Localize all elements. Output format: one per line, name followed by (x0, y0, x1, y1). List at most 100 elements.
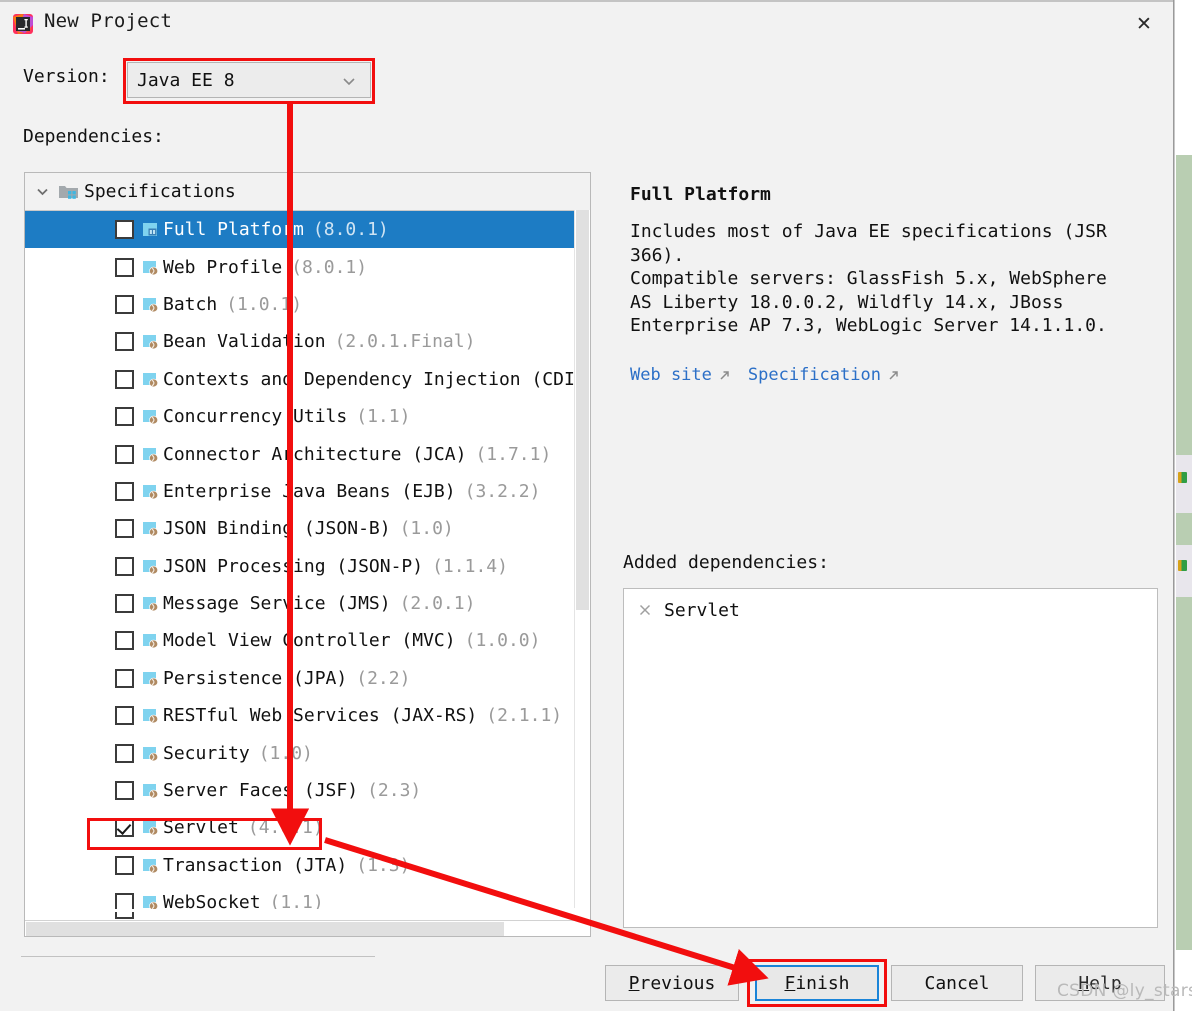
added-dependencies-list: Servlet (623, 588, 1158, 928)
tree-row-version: (4.0.1) (248, 817, 324, 838)
intellij-idea-icon (12, 13, 34, 35)
version-select[interactable]: Java EE 8 (127, 62, 371, 98)
dependencies-tree: Specifications Full Platform(8.0.1)Web P… (24, 172, 591, 937)
previous-button[interactable]: Previous (605, 965, 739, 1001)
tree-row-label: JSON Processing (JSON-P) (163, 556, 423, 577)
tree-row-version: (2.3) (367, 780, 421, 801)
checkbox[interactable] (115, 445, 134, 464)
tree-row-version: (1.0.0) (465, 630, 541, 651)
tree-row-label: Concurrency Utils (163, 406, 347, 427)
tree-row[interactable]: Web Profile(8.0.1) (25, 248, 590, 285)
finish-button[interactable]: Finish (755, 965, 879, 1001)
tree-row-version: (8.0.1) (291, 257, 367, 278)
chevron-down-icon (342, 74, 356, 88)
tree-row[interactable]: RESTful Web Services (JAX-RS)(2.1.1) (25, 697, 590, 734)
checkbox[interactable] (115, 912, 134, 919)
background-item-icon-2 (1178, 560, 1187, 571)
tree-row[interactable]: Batch (1.0.1) (25, 286, 590, 323)
cancel-button[interactable]: Cancel (891, 965, 1023, 1001)
checkbox[interactable] (115, 706, 134, 725)
external-link-icon (718, 369, 731, 382)
tree-row-label: Contexts and Dependency Injection (CDI) (163, 369, 586, 390)
tree-row[interactable]: Server Faces (JSF)(2.3) (25, 772, 590, 809)
tree-row-version: (2.1.1) (486, 705, 562, 726)
checkbox[interactable] (115, 781, 134, 800)
checkbox[interactable] (115, 669, 134, 688)
partial-next-row (25, 912, 590, 920)
tree-row[interactable]: Full Platform (8.0.1) (25, 211, 590, 248)
java-spec-icon (142, 595, 159, 612)
background-stripe-2 (1176, 545, 1192, 597)
checkbox[interactable] (115, 332, 134, 351)
close-icon[interactable]: ✕ (1129, 10, 1159, 38)
tree-vertical-scrollbar-thumb[interactable] (576, 210, 589, 610)
checkbox[interactable] (115, 744, 134, 763)
checkbox[interactable] (115, 220, 134, 239)
tree-row-label: Transaction (JTA) (163, 855, 347, 876)
tree-row-version: (1.0.1) (226, 294, 302, 315)
tree-row[interactable]: JSON Processing (JSON-P)(1.1.4) (25, 548, 590, 585)
tree-row-label: Batch (163, 294, 217, 315)
tree-horizontal-scrollbar-thumb[interactable] (26, 922, 504, 936)
tree-row[interactable]: JSON Binding (JSON-B)(1.0) (25, 510, 590, 547)
tree-row[interactable]: Bean Validation(2.0.1.Final) (25, 323, 590, 360)
list-item[interactable]: Servlet (624, 595, 1157, 625)
footer-divider (21, 956, 375, 957)
tree-group-specifications[interactable]: Specifications (25, 173, 590, 211)
tree-row-version: (1.0) (400, 518, 454, 539)
tree-row-label: Enterprise Java Beans (EJB) (163, 481, 456, 502)
tree-row-version: (1.1) (356, 406, 410, 427)
tree-row[interactable]: Servlet (4.0.1) (25, 809, 590, 846)
tree-row-version: (8.0.1) (313, 219, 389, 240)
tree-row[interactable]: Transaction (JTA)(1.3) (25, 847, 590, 884)
tree-row-label: Full Platform (163, 219, 304, 240)
checkbox[interactable] (115, 370, 134, 389)
previous-mnemonic: P (629, 973, 640, 994)
java-spec-icon (142, 894, 159, 909)
detail-links: Web site Specification (630, 365, 908, 385)
tree-row[interactable]: Persistence (JPA)(2.2) (25, 660, 590, 697)
background-stripe-1 (1176, 455, 1192, 513)
java-spec-icon (142, 446, 159, 463)
tree-row[interactable]: Contexts and Dependency Injection (CDI)(… (25, 361, 590, 398)
web-site-link[interactable]: Web site (630, 365, 712, 385)
checkbox[interactable] (115, 594, 134, 613)
checkbox[interactable] (115, 893, 134, 909)
close-x-icon[interactable] (638, 603, 652, 617)
dependencies-label: Dependencies: (23, 126, 164, 147)
tree-horizontal-scrollbar[interactable] (25, 920, 590, 936)
checkbox[interactable] (115, 519, 134, 538)
checkbox[interactable] (115, 482, 134, 501)
tree-row[interactable]: Message Service (JMS)(2.0.1) (25, 585, 590, 622)
checkbox[interactable] (115, 856, 134, 875)
tree-row-label: Connector Architecture (JCA) (163, 444, 466, 465)
java-ee-platform-icon (142, 221, 159, 238)
tree-row-version: (2.0.1.Final) (335, 331, 476, 352)
added-dependencies-label: Added dependencies: (623, 552, 829, 573)
specification-link[interactable]: Specification (748, 365, 881, 385)
java-spec-icon (142, 408, 159, 425)
tree-row[interactable]: Connector Architecture (JCA)(1.7.1) (25, 435, 590, 472)
java-spec-icon (142, 296, 159, 313)
tree-row[interactable]: Model View Controller (MVC)(1.0.0) (25, 622, 590, 659)
checkbox[interactable] (115, 295, 134, 314)
tree-row-label: Message Service (JMS) (163, 593, 391, 614)
version-select-value: Java EE 8 (128, 70, 235, 91)
checkbox[interactable] (115, 631, 134, 650)
tree-row-label: WebSocket (163, 892, 261, 909)
checkbox[interactable] (115, 818, 134, 837)
java-spec-icon (142, 483, 159, 500)
tree-row[interactable]: Concurrency Utils (1.1) (25, 398, 590, 435)
external-link-icon (887, 369, 900, 382)
chevron-down-icon[interactable] (25, 184, 59, 199)
checkbox[interactable] (115, 258, 134, 277)
checkbox[interactable] (115, 407, 134, 426)
java-spec-icon (142, 745, 159, 762)
tree-row-label: Servlet (163, 817, 239, 838)
tree-vertical-scrollbar[interactable] (574, 210, 590, 908)
tree-items-container: Full Platform(8.0.1)Web Profile(8.0.1)Ba… (25, 211, 590, 909)
checkbox[interactable] (115, 557, 134, 576)
tree-row[interactable]: WebSocket(1.1) (25, 884, 590, 909)
tree-row[interactable]: Enterprise Java Beans (EJB)(3.2.2) (25, 473, 590, 510)
tree-row[interactable]: Security(1.0) (25, 734, 590, 771)
